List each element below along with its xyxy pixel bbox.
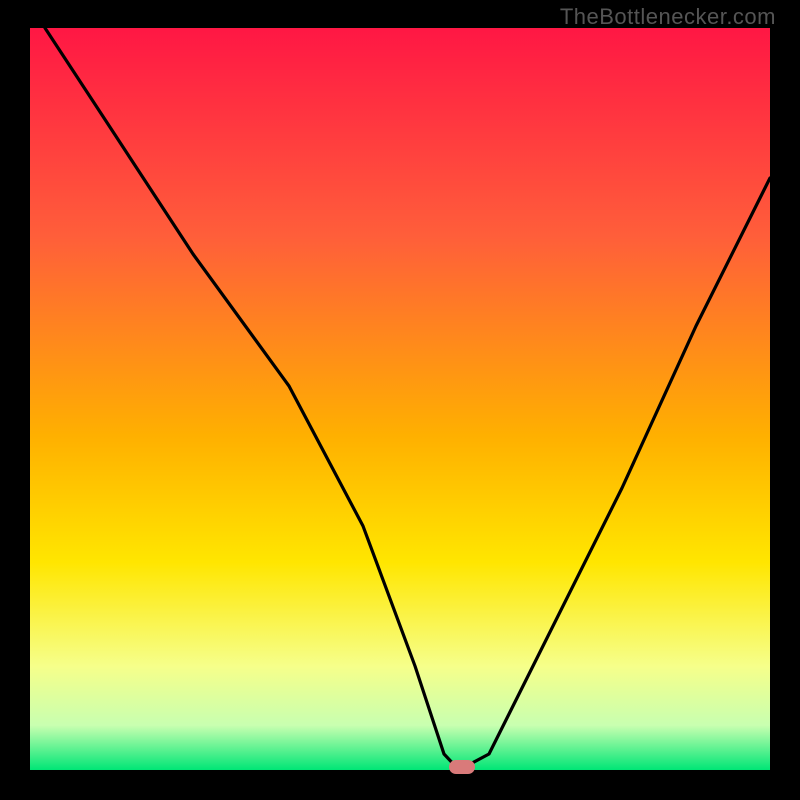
watermark-text: TheBottlenecker.com (560, 4, 776, 30)
chart-frame (0, 0, 800, 800)
min-marker (449, 760, 475, 774)
bottleneck-chart (0, 0, 800, 800)
plot-area (30, 28, 770, 770)
